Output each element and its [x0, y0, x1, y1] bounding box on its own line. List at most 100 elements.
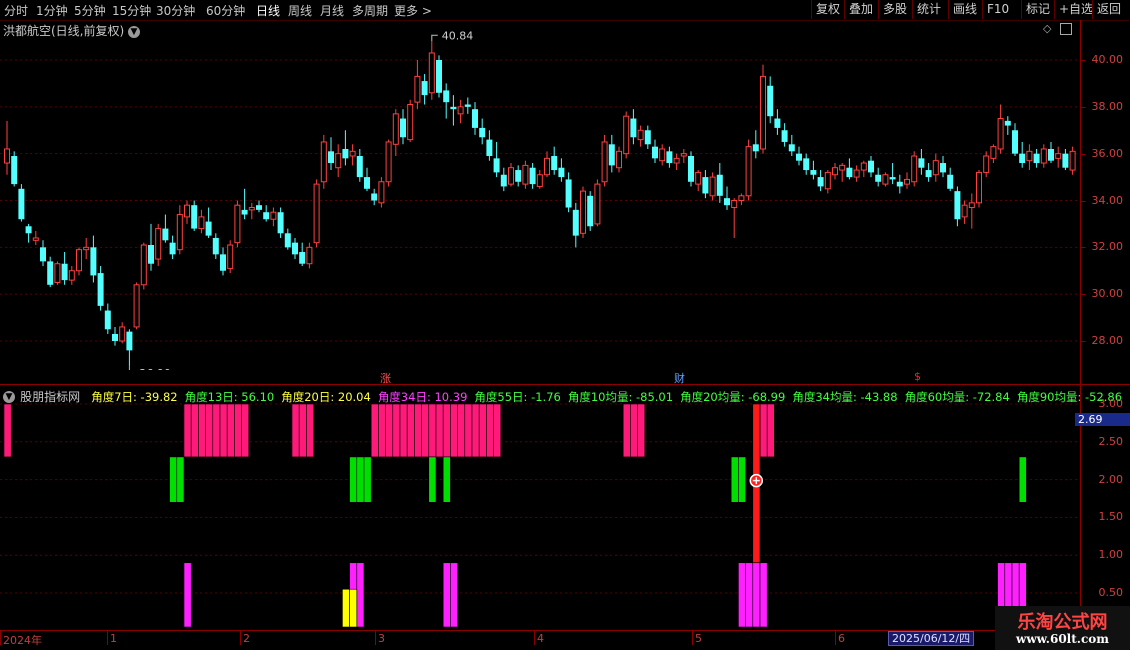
candle-body-up — [1069, 150, 1076, 171]
price-axis-tick — [1081, 247, 1085, 249]
timeframe-tab-4[interactable]: 30分钟 — [156, 2, 195, 19]
indicator-axis-label-0: 3.00 — [1098, 397, 1124, 410]
candle-body-down — [1062, 153, 1069, 168]
indicator-axis-label-5: 0.50 — [1098, 586, 1124, 599]
date-tick — [692, 631, 693, 645]
indicator-bar-pink — [183, 403, 192, 458]
high-marker-line — [431, 34, 438, 42]
indicator-chart[interactable] — [0, 386, 1080, 630]
timeframe-tab-7[interactable]: 周线 — [288, 2, 312, 19]
price-chart[interactable]: 40.84 26.90 — [0, 20, 1080, 370]
toolbar-button-4[interactable]: 画线 — [948, 0, 981, 19]
toolbar-button-7[interactable]: +自选 — [1054, 0, 1097, 19]
indicator-bar-green — [428, 456, 437, 503]
timeframe-tab-10[interactable]: 更多 > — [394, 2, 432, 19]
indicator-bar-pink — [212, 403, 221, 458]
toolbar-button-1[interactable]: 叠加 — [844, 0, 877, 19]
toolbar-button-3[interactable]: 统计 — [912, 0, 945, 19]
candle-body-down — [947, 174, 954, 189]
indicator-bar-magenta — [738, 562, 746, 628]
timeframe-tab-8[interactable]: 月线 — [320, 2, 344, 19]
indicator-bar-pink — [457, 403, 466, 458]
candle-body-up — [140, 244, 147, 286]
candle-body-up — [522, 164, 529, 185]
period-toolbar: 分时 1分钟 5分钟 15分钟 30分钟 60分钟 日线 周线 月线 多周期 更多 > 复权 叠加 多股… — [0, 0, 1130, 21]
candle-body-down — [479, 127, 486, 138]
indicator-bar-pink — [205, 403, 214, 458]
timeframe-tab-9[interactable]: 多周期 — [352, 2, 388, 19]
candle-body-up — [731, 200, 738, 209]
candle-body-up — [594, 183, 601, 225]
date-axis: 2024年 1 2 3 4 5 6 2025/06/12/四 — [0, 630, 1080, 647]
candle-body-up — [248, 207, 255, 211]
price-axis-tick — [1081, 153, 1085, 155]
candle-body-down — [1019, 153, 1026, 164]
candle-body-up — [824, 171, 831, 190]
indicator-bar-pink — [378, 403, 386, 458]
date-label-4: 4 — [537, 632, 544, 645]
candle-body-down — [148, 244, 154, 264]
indicator-bar-pink — [766, 403, 775, 458]
price-axis: 40.00 38.00 36.00 34.00 32.00 30.00 28.00 — [1080, 20, 1130, 385]
candle-body-up — [616, 150, 622, 169]
toolbar-button-2[interactable]: 多股 — [878, 0, 911, 19]
candle-body-up — [83, 246, 90, 251]
price-axis-tick — [1081, 341, 1085, 342]
candle-body-up — [932, 160, 939, 176]
indicator-bar-pink — [298, 403, 307, 458]
candle-body-up — [1026, 150, 1033, 162]
candle-body-down — [810, 170, 817, 175]
timeframe-tab-0[interactable]: 分时 — [4, 2, 28, 19]
date-tick — [0, 631, 1, 645]
indicator-bar-green — [1018, 456, 1027, 503]
toolbar-button-5[interactable]: F10 — [982, 0, 1013, 19]
timeframe-tab-6[interactable]: 日线 — [256, 2, 280, 19]
candle-body-up — [508, 167, 514, 185]
timeframe-tab-1[interactable]: 1分钟 — [36, 2, 68, 19]
toolbar-button-6[interactable]: 标记 — [1021, 0, 1054, 19]
candle-body-down — [551, 156, 558, 171]
low-marker-label: 26.90 — [139, 367, 171, 370]
candle-body-down — [47, 261, 54, 285]
candle-body-down — [328, 151, 334, 164]
candle-body-down — [666, 151, 673, 164]
candle-body-down — [788, 144, 795, 152]
candle-body-up — [745, 146, 752, 197]
candle-body-down — [292, 242, 298, 255]
candle-body-down — [191, 205, 198, 229]
timeframe-tab-2[interactable]: 5分钟 — [74, 2, 106, 19]
toolbar-button-8[interactable]: 返回 — [1092, 0, 1125, 19]
indicator-bar-pink — [637, 403, 646, 458]
candle-body-down — [400, 118, 406, 138]
watermark-url: www.60lt.com — [1016, 632, 1109, 646]
date-label-3: 3 — [378, 632, 385, 645]
candle-body-down — [774, 118, 781, 128]
indicator-bar-pink — [428, 403, 437, 458]
candle-body-up — [659, 148, 666, 162]
candle-body-up — [536, 174, 543, 187]
low-marker-line — [128, 366, 130, 370]
candle-body-down — [702, 177, 709, 194]
indicator-bar-pink — [471, 403, 480, 458]
timeframe-tab-3[interactable]: 15分钟 — [112, 2, 151, 19]
toolbar-button-0[interactable]: 复权 — [811, 0, 844, 19]
candle-body-down — [630, 118, 637, 138]
candle-body-down — [1033, 153, 1040, 164]
candle-body-up — [198, 216, 205, 230]
candle-body-up — [1055, 153, 1062, 159]
indicator-bar-green — [349, 456, 358, 503]
event-marker-dollar[interactable]: $ — [914, 370, 921, 383]
timeframe-tab-5[interactable]: 60分钟 — [206, 2, 245, 19]
indicator-bar-magenta — [752, 562, 761, 628]
candle-body-down — [817, 177, 824, 187]
price-axis-label-1: 38.00 — [1091, 99, 1124, 113]
candle-body-down — [356, 156, 363, 178]
indicator-bar-pink — [370, 403, 379, 458]
candle-body-down — [493, 158, 500, 173]
candle-body-down — [529, 167, 536, 185]
date-label-2: 2 — [243, 632, 250, 645]
candle-body-up — [601, 141, 608, 183]
candle-body-down — [97, 273, 104, 306]
candle-body-down — [796, 153, 802, 161]
price-axis-label-6: 28.00 — [1091, 334, 1124, 347]
